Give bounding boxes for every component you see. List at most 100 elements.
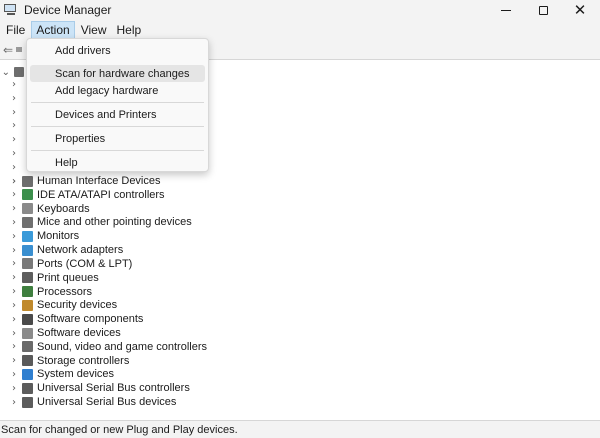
menu-separator	[31, 126, 204, 127]
menu-item-properties[interactable]: Properties	[30, 130, 205, 147]
tree-item-label: Ports (COM & LPT)	[37, 257, 133, 270]
port-icon	[22, 258, 33, 270]
tree-item-label: Monitors	[37, 230, 80, 243]
tree-item-label: System devices	[37, 368, 115, 381]
usb-device-icon	[22, 396, 33, 408]
menu-help[interactable]: Help	[113, 21, 146, 39]
tree-item[interactable]: › Universal Serial Bus devices	[0, 395, 176, 409]
menu-bar: File Action View Help	[0, 20, 600, 40]
expand-chevron-icon[interactable]: ›	[0, 397, 20, 408]
tree-item-label: Storage controllers	[37, 354, 130, 367]
expand-chevron-icon[interactable]: ›	[0, 107, 20, 118]
expand-chevron-icon[interactable]: ›	[0, 217, 20, 228]
security-icon	[22, 299, 33, 311]
back-arrow-icon[interactable]: ⇐	[3, 43, 13, 57]
expand-chevron-icon[interactable]: ›	[0, 93, 20, 104]
tree-item-label: Mice and other pointing devices	[37, 216, 192, 229]
expand-chevron-icon[interactable]: ›	[0, 203, 20, 214]
expand-chevron-icon[interactable]: ›	[0, 176, 20, 187]
tree-item[interactable]: › Human Interface Devices	[0, 174, 161, 188]
menu-item-devices-and-printers[interactable]: Devices and Printers	[30, 106, 205, 123]
software-device-icon	[22, 327, 33, 339]
menu-view[interactable]: View	[77, 21, 111, 39]
menu-item-help[interactable]: Help	[30, 154, 205, 171]
expand-chevron-icon[interactable]: ›	[0, 383, 20, 394]
window-title: Device Manager	[24, 3, 112, 17]
menu-separator	[31, 102, 204, 103]
expand-chevron-icon[interactable]: ›	[0, 245, 20, 256]
tree-item[interactable]: › Print queues	[0, 271, 99, 285]
menu-separator	[31, 150, 204, 151]
tree-item-label: Universal Serial Bus devices	[37, 396, 177, 409]
expand-chevron-icon[interactable]: ›	[0, 189, 20, 200]
tree-item-label: Processors	[37, 285, 93, 298]
expand-chevron-icon[interactable]: ›	[0, 79, 20, 90]
expand-chevron-icon[interactable]: ›	[0, 341, 20, 352]
tree-item[interactable]: › Sound, video and game controllers	[0, 340, 207, 354]
expand-chevron-icon[interactable]: ›	[0, 120, 20, 131]
tree-item[interactable]: › Universal Serial Bus controllers	[0, 381, 190, 395]
menu-action[interactable]: Action	[31, 21, 75, 39]
speaker-icon	[22, 341, 33, 353]
monitor-icon	[22, 230, 33, 242]
tree-item[interactable]: › Ports (COM & LPT)	[0, 257, 132, 271]
expand-chevron-icon[interactable]: ›	[0, 231, 20, 242]
minimize-icon	[501, 9, 511, 11]
tree-item[interactable]: › IDE ATA/ATAPI controllers	[0, 188, 165, 202]
expand-chevron-icon[interactable]: ›	[0, 369, 20, 380]
action-menu: Add drivers Scan for hardware changes Ad…	[26, 38, 209, 172]
expand-chevron-icon[interactable]: ›	[0, 286, 20, 297]
close-button[interactable]: ✕	[562, 0, 598, 20]
tree-item-label: Software components	[37, 313, 144, 326]
tree-item-label: Software devices	[37, 327, 121, 340]
tree-item-label: Sound, video and game controllers	[37, 340, 207, 353]
tree-item[interactable]: › Mice and other pointing devices	[0, 215, 192, 229]
software-component-icon	[22, 313, 33, 325]
expand-chevron-icon[interactable]: ›	[0, 134, 20, 145]
collapse-chevron-icon[interactable]: ⌄	[0, 67, 12, 78]
tree-item[interactable]: › Keyboards	[0, 202, 90, 216]
expand-chevron-icon[interactable]: ›	[0, 162, 20, 173]
forward-icon[interactable]	[16, 47, 23, 52]
menu-file[interactable]: File	[2, 21, 29, 39]
hid-icon	[22, 175, 33, 187]
ide-controller-icon	[22, 189, 33, 201]
expand-chevron-icon[interactable]: ›	[0, 355, 20, 366]
tree-item[interactable]: › Security devices	[0, 298, 117, 312]
maximize-button[interactable]	[525, 0, 561, 20]
printer-icon	[22, 272, 33, 284]
expand-chevron-icon[interactable]: ›	[0, 258, 20, 269]
menu-item-add-drivers[interactable]: Add drivers	[30, 42, 205, 59]
tree-item[interactable]: › System devices	[0, 367, 114, 381]
status-text: Scan for changed or new Plug and Play de…	[1, 423, 238, 436]
tree-root[interactable]: ⌄	[0, 65, 28, 79]
tree-item-label: Human Interface Devices	[37, 175, 161, 187]
expand-chevron-icon[interactable]: ›	[0, 300, 20, 311]
tree-item[interactable]: › Software devices	[0, 326, 121, 340]
tree-item[interactable]: › Software components	[0, 312, 143, 326]
system-icon	[22, 368, 33, 380]
status-bar: Scan for changed or new Plug and Play de…	[0, 420, 600, 438]
menu-item-scan-hardware[interactable]: Scan for hardware changes	[30, 65, 205, 82]
expand-chevron-icon[interactable]: ›	[0, 328, 20, 339]
expand-chevron-icon[interactable]: ›	[0, 314, 20, 325]
tree-item-label: Print queues	[37, 271, 99, 284]
expand-chevron-icon[interactable]: ›	[0, 272, 20, 283]
menu-item-add-legacy-hardware[interactable]: Add legacy hardware	[30, 82, 205, 99]
tree-item[interactable]: › Processors	[0, 285, 92, 299]
usb-icon	[22, 382, 33, 394]
minimize-button[interactable]	[488, 0, 524, 20]
keyboard-icon	[22, 203, 33, 215]
tree-item[interactable]: › Network adapters	[0, 243, 123, 257]
mouse-icon	[22, 216, 33, 228]
computer-icon	[14, 67, 24, 77]
network-icon	[22, 244, 33, 256]
processor-icon	[22, 286, 33, 298]
tree-item-label: Security devices	[37, 299, 118, 312]
tree-item[interactable]: › Monitors	[0, 229, 79, 243]
tree-item-label: Keyboards	[37, 202, 90, 215]
expand-chevron-icon[interactable]: ›	[0, 148, 20, 159]
tree-item[interactable]: › Storage controllers	[0, 354, 129, 368]
tree-item-label: Network adapters	[37, 244, 124, 257]
title-bar: Device Manager ✕	[0, 0, 600, 20]
